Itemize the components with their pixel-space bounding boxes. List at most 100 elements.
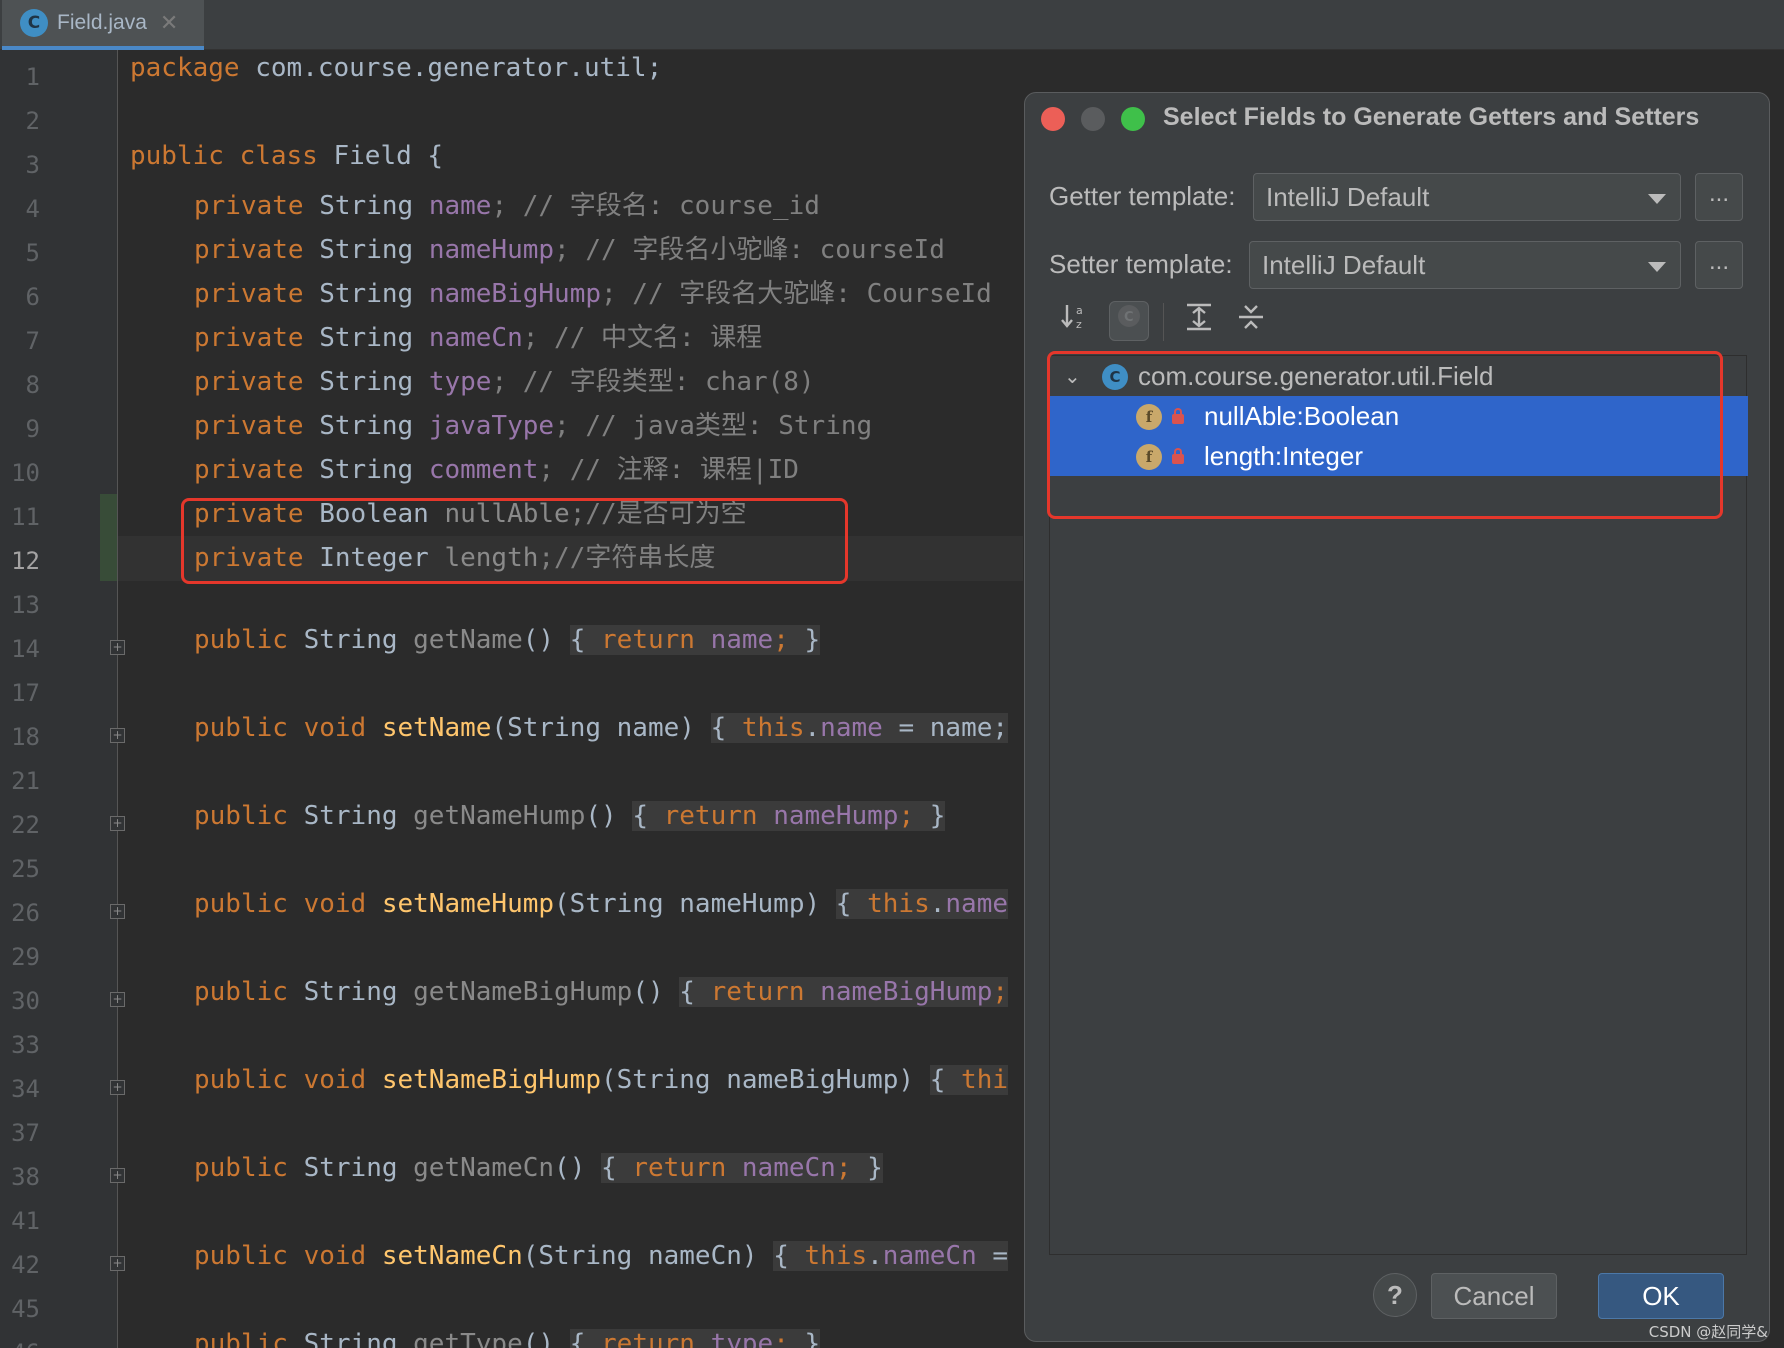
svg-text:C: C [1124,310,1134,325]
minimize-window-button[interactable] [1081,107,1105,131]
keyword: this [741,713,805,743]
line-number: 9 [25,415,40,443]
zoom-window-button[interactable] [1121,107,1145,131]
keyword: private [194,455,304,485]
folded-brace: { [929,1065,962,1095]
getter-template-select[interactable]: IntelliJ Default [1253,173,1681,221]
code-text: (String nameHump) [554,889,821,919]
sort-alphabetically-icon[interactable]: az [1055,301,1095,341]
code-text: () [522,1329,555,1348]
keyword: return [632,1153,742,1183]
field-name: nameCn [882,1241,977,1271]
field-declaration: private String comment; // 注释: 课程|ID [194,449,799,493]
type: String [287,625,414,655]
line-number: 4 [25,195,40,223]
fold-toggle-icon[interactable]: + [110,728,125,743]
getter-template-more-button[interactable]: ... [1695,173,1743,221]
highlight-box-code [181,498,848,584]
line-number: 25 [11,855,40,883]
fold-toggle-icon[interactable]: + [110,992,125,1007]
line-number: 14 [11,635,40,663]
cancel-button[interactable]: Cancel [1431,1273,1557,1319]
keyword: public [194,977,288,1007]
keyword: public class [130,141,318,171]
keyword: return [601,1329,711,1348]
field-name: name [428,191,492,221]
line-number: 29 [11,943,40,971]
code-text: . [867,1241,883,1271]
field-name: comment [428,455,539,485]
field-name: type [710,1329,774,1348]
keyword: public [194,801,288,831]
type: String [303,411,429,441]
line-number: 11 [11,503,40,531]
fold-toggle-icon[interactable]: + [110,904,125,919]
code-text: ; [992,977,1009,1007]
field-name: nameHump [773,801,899,831]
fold-toggle-icon[interactable]: + [110,640,125,655]
keyword: private [194,279,304,309]
method-name: setNameBigHump [381,1065,601,1095]
field-declaration: private String nameCn; // 中文名: 课程 [194,317,762,361]
keyword: return [710,977,821,1007]
method-name: setNameCn [381,1241,523,1271]
line-number: 26 [11,899,40,927]
comment: ; // 字段名: course_id [491,191,820,221]
field-name: name [820,713,883,743]
fold-toggle-icon[interactable]: + [110,1168,125,1183]
tab-field-java[interactable]: C Field.java ✕ [2,0,204,50]
line-number: 5 [25,239,40,267]
field-declaration: private String name; // 字段名: course_id [194,185,820,229]
method-name: setName [381,713,492,743]
type: String [303,191,429,221]
close-icon[interactable]: ✕ [160,11,178,36]
comment: ; // 字段名小驼峰: courseId [554,235,945,265]
type: String [287,1153,414,1183]
toolbar-divider [1163,303,1164,341]
method-line: public String getName() { return name; } [194,625,821,669]
line-number: 3 [25,151,40,179]
collapse-all-icon[interactable] [1231,301,1271,341]
help-button[interactable]: ? [1373,1273,1417,1317]
setter-template-value: IntelliJ Default [1262,250,1426,280]
dialog-title: Select Fields to Generate Getters and Se… [1163,103,1700,131]
line-number: 37 [11,1119,40,1147]
code-text: () [554,1153,586,1183]
show-classes-icon[interactable]: C [1109,301,1149,341]
line-number: 46 [0,1331,40,1348]
setter-template-more-button[interactable]: ... [1695,241,1743,289]
folded-brace: } [788,1329,821,1348]
field-declaration: private String nameHump; // 字段名小驼峰: cour… [194,229,945,273]
fold-toggle-icon[interactable]: + [110,1256,125,1271]
field-name: nameHump [428,235,555,265]
highlight-box-tree [1047,351,1723,519]
line-number: 17 [11,679,40,707]
close-window-button[interactable] [1041,107,1065,131]
ok-button[interactable]: OK [1598,1273,1724,1319]
setter-template-label: Setter template: [1049,249,1233,279]
expand-all-icon[interactable] [1179,301,1219,341]
folded-brace: { [569,1329,602,1348]
line-number: 6 [25,283,40,311]
code-text: ; [898,801,915,831]
keyword: return [663,801,774,831]
fold-toggle-icon[interactable]: + [110,816,125,831]
field-name: name [945,889,1009,919]
fold-toggle-icon[interactable]: + [110,1080,125,1095]
code-line: public class Field { [130,141,443,185]
type: String [287,977,414,1007]
getter-template-label: Getter template: [1049,181,1236,211]
field-name: nameBigHump [428,279,601,309]
code-text: com.course.generator.util; [239,53,663,83]
line-number-current: 12 [11,547,40,575]
setter-template-select[interactable]: IntelliJ Default [1249,241,1681,289]
code-text: . [929,889,946,919]
line-number: 38 [11,1163,40,1191]
